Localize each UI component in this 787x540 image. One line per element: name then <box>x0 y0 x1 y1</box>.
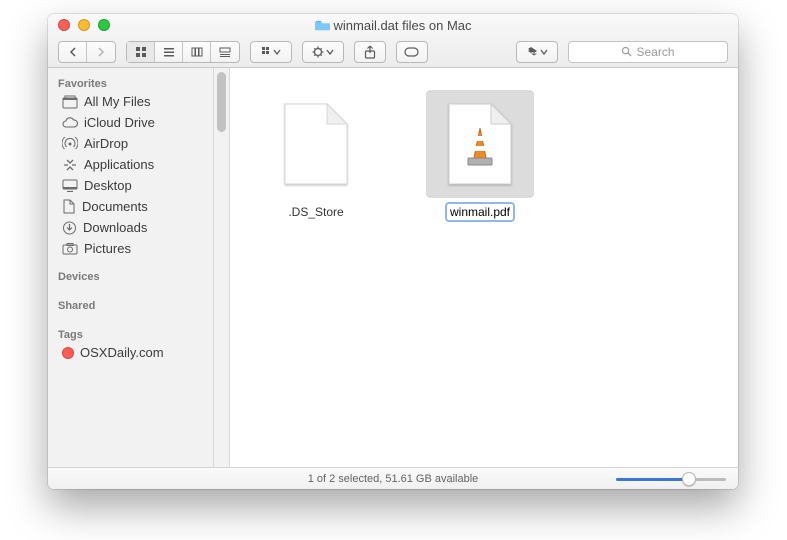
tags-button[interactable] <box>396 41 428 63</box>
coverflow-view-button[interactable] <box>211 42 239 62</box>
sidebar-item-label: iCloud Drive <box>84 115 155 130</box>
share-button[interactable] <box>354 41 386 63</box>
sidebar-item-pictures[interactable]: Pictures <box>48 238 213 259</box>
folder-icon <box>315 19 330 31</box>
toolbar: Search <box>48 36 738 67</box>
titlebar: winmail.dat files on Mac <box>48 14 738 68</box>
status-bar: 1 of 2 selected, 51.61 GB available <box>48 467 738 489</box>
sidebar-item-label: Desktop <box>84 178 132 193</box>
dropbox-menu[interactable] <box>516 41 558 63</box>
sidebar-item-applications[interactable]: Applications <box>48 154 213 175</box>
sidebar-item-label: Applications <box>84 157 154 172</box>
search-placeholder: Search <box>636 45 674 59</box>
sidebar-section-shared: Shared <box>48 296 213 313</box>
action-menu[interactable] <box>302 41 344 63</box>
window-controls <box>48 19 110 31</box>
list-view-button[interactable] <box>155 42 183 62</box>
sidebar-section-favorites: Favorites <box>48 74 213 91</box>
sidebar-scrollbar[interactable] <box>214 68 230 467</box>
desktop-icon <box>62 179 78 192</box>
tag-color-dot <box>62 347 74 359</box>
arrange-menu[interactable] <box>250 41 292 63</box>
file-content-area[interactable]: .DS_Store <box>230 68 738 467</box>
window-title: winmail.dat files on Mac <box>48 18 738 33</box>
file-label: .DS_Store <box>285 204 346 220</box>
sidebar-item-downloads[interactable]: Downloads <box>48 217 213 238</box>
sidebar-item-label: Pictures <box>84 241 131 256</box>
sidebar-item-label: AirDrop <box>84 136 128 151</box>
window-title-text: winmail.dat files on Mac <box>334 18 472 33</box>
search-icon <box>621 46 632 57</box>
documents-icon <box>62 199 76 214</box>
sidebar-item-label: All My Files <box>84 94 150 109</box>
zoom-button[interactable] <box>98 19 110 31</box>
cloud-icon <box>62 117 78 129</box>
sidebar-section-tags: Tags <box>48 325 213 342</box>
slider-knob[interactable] <box>682 472 696 486</box>
blank-document-icon <box>283 102 349 186</box>
minimize-button[interactable] <box>78 19 90 31</box>
icon-size-slider[interactable] <box>616 472 726 486</box>
status-text: 1 of 2 selected, 51.61 GB available <box>308 473 479 485</box>
search-field[interactable]: Search <box>568 41 728 63</box>
sidebar-item-label: OSXDaily.com <box>80 345 164 360</box>
sidebar-item-documents[interactable]: Documents <box>48 196 213 217</box>
file-item[interactable]: .DS_Store <box>262 90 370 220</box>
sidebar-item-airdrop[interactable]: AirDrop <box>48 133 213 154</box>
nav-buttons <box>58 41 116 63</box>
file-label-editing[interactable]: winmail.pdf <box>447 204 513 220</box>
sidebar: Favorites All My Files iCloud Drive AirD… <box>48 68 214 467</box>
view-switcher <box>126 41 240 63</box>
scrollbar-thumb[interactable] <box>217 72 226 132</box>
file-item-selected[interactable]: winmail.pdf <box>426 90 534 220</box>
forward-button[interactable] <box>87 42 115 62</box>
applications-icon <box>62 158 78 172</box>
column-view-button[interactable] <box>183 42 211 62</box>
sidebar-tag-item[interactable]: OSXDaily.com <box>48 342 213 363</box>
back-button[interactable] <box>59 42 87 62</box>
sidebar-item-icloud[interactable]: iCloud Drive <box>48 112 213 133</box>
sidebar-item-all-my-files[interactable]: All My Files <box>48 91 213 112</box>
sidebar-item-label: Downloads <box>83 220 147 235</box>
all-my-files-icon <box>62 95 78 109</box>
finder-window: winmail.dat files on Mac <box>48 14 738 489</box>
icon-view-button[interactable] <box>127 42 155 62</box>
vlc-document-icon <box>447 102 513 186</box>
sidebar-section-devices: Devices <box>48 267 213 284</box>
airdrop-icon <box>62 137 78 151</box>
sidebar-item-label: Documents <box>82 199 148 214</box>
pictures-icon <box>62 242 78 255</box>
downloads-icon <box>62 221 77 235</box>
close-button[interactable] <box>58 19 70 31</box>
sidebar-item-desktop[interactable]: Desktop <box>48 175 213 196</box>
